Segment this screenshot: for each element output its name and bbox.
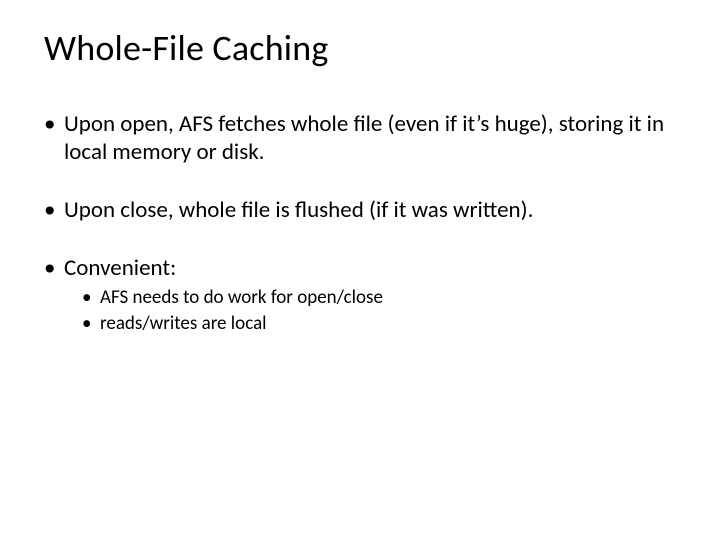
bullet-item: Convenient: AFS needs to do work for ope… bbox=[44, 254, 676, 336]
bullet-item: Upon close, whole file is flushed (if it… bbox=[44, 196, 676, 224]
bullet-text: Convenient: bbox=[64, 254, 176, 282]
sub-bullet-item: AFS needs to do work for open/close bbox=[82, 286, 676, 310]
bullet-list: Upon open, AFS fetches whole file (even … bbox=[44, 110, 676, 336]
sub-list-wrap: AFS needs to do work for open/close read… bbox=[64, 286, 676, 336]
slide: Whole-File Caching Upon open, AFS fetche… bbox=[0, 0, 720, 540]
slide-title: Whole-File Caching bbox=[44, 26, 676, 70]
bullet-text: Upon close, whole file is flushed (if it… bbox=[64, 196, 533, 224]
slide-body: Upon open, AFS fetches whole file (even … bbox=[44, 110, 676, 336]
sub-bullet-list: AFS needs to do work for open/close read… bbox=[82, 286, 676, 336]
sub-bullet-item: reads/writes are local bbox=[82, 312, 676, 336]
sub-bullet-text: AFS needs to do work for open/close bbox=[100, 286, 383, 309]
bullet-text: Upon open, AFS fetches whole file (even … bbox=[64, 110, 664, 166]
sub-bullet-text: reads/writes are local bbox=[100, 312, 267, 335]
bullet-item: Upon open, AFS fetches whole file (even … bbox=[44, 110, 676, 166]
